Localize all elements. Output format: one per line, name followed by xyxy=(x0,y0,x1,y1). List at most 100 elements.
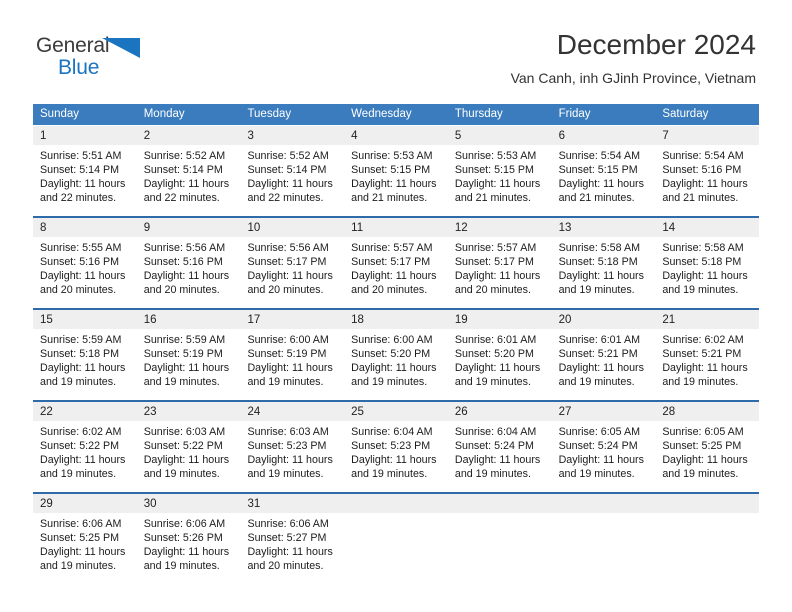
daylight-text-line2: and 21 minutes. xyxy=(454,192,531,204)
calendar-day-cell[interactable]: 12 Sunrise: 5:57 AM Sunset: 5:17 PM Dayligh… xyxy=(447,218,552,302)
calendar-day-cell[interactable]: 17 Sunrise: 6:00 AM Sunset: 5:19 PM Dayligh… xyxy=(240,310,345,394)
day-number-band: 6 xyxy=(551,126,656,145)
day-number-band: 1 xyxy=(33,126,137,145)
day-details: Sunrise: 5:55 AM Sunset: 5:16 PM Daylight:… xyxy=(33,237,137,297)
weekday-header-monday: Monday xyxy=(143,108,185,120)
sunrise-text: Sunrise: 5:55 AM xyxy=(40,242,122,254)
daylight-text-line1: Daylight: 11 hours xyxy=(454,454,541,466)
daylight-text-line2: and 19 minutes. xyxy=(40,468,117,480)
calendar-day-cell[interactable]: 25 Sunrise: 6:04 AM Sunset: 5:23 PM Dayligh… xyxy=(344,402,448,486)
weekday-header-wednesday: Wednesday xyxy=(351,108,412,120)
day-details: Sunrise: 5:59 AM Sunset: 5:19 PM Daylight:… xyxy=(137,329,241,389)
day-details: Sunrise: 6:00 AM Sunset: 5:19 PM Daylight:… xyxy=(240,329,344,389)
daylight-text-line1: Daylight: 11 hours xyxy=(143,270,230,282)
day-number-band: 10 xyxy=(240,218,345,237)
day-number-band: 27 xyxy=(551,402,656,421)
day-number-band: 3 xyxy=(240,126,345,145)
sunset-text: Sunset: 5:24 PM xyxy=(454,440,534,452)
day-number-band: 5 xyxy=(447,126,552,145)
day-number-band: 19 xyxy=(447,310,552,329)
calendar-day-cell[interactable]: 30 Sunrise: 6:06 AM Sunset: 5:26 PM Dayligh… xyxy=(136,494,241,578)
calendar-day-cell[interactable]: 6 Sunrise: 5:54 AM Sunset: 5:15 PM Daylight… xyxy=(551,126,656,210)
sunrise-text: Sunrise: 5:54 AM xyxy=(662,150,744,162)
calendar-day-cell[interactable]: 14 Sunrise: 5:58 AM Sunset: 5:18 PM Dayligh… xyxy=(655,218,760,302)
sunset-text: Sunset: 5:20 PM xyxy=(454,348,534,360)
calendar-day-cell[interactable]: 21 Sunrise: 6:02 AM Sunset: 5:21 PM Dayligh… xyxy=(655,310,760,394)
sunrise-text: Sunrise: 6:04 AM xyxy=(454,426,537,438)
day-number: 3 xyxy=(247,130,254,142)
calendar-day-cell[interactable]: 15 Sunrise: 5:59 AM Sunset: 5:18 PM Dayligh… xyxy=(33,310,137,394)
day-details: Sunrise: 6:06 AM Sunset: 5:27 PM Daylight:… xyxy=(240,513,344,573)
calendar-week-row: 1 Sunrise: 5:51 AM Sunset: 5:14 PM Daylight… xyxy=(33,126,760,210)
day-number-band: 15 xyxy=(33,310,137,329)
daylight-text-line2: and 19 minutes. xyxy=(351,376,428,388)
daylight-text-line2: and 19 minutes. xyxy=(558,468,635,480)
day-number: 9 xyxy=(143,222,151,234)
calendar-day-cell[interactable]: 24 Sunrise: 6:03 AM Sunset: 5:23 PM Dayligh… xyxy=(240,402,345,486)
sunrise-text: Sunrise: 5:57 AM xyxy=(454,242,537,254)
sunset-text: Sunset: 5:26 PM xyxy=(143,532,223,544)
weekday-header-row: Sunday Monday Tuesday Wednesday Thursday… xyxy=(33,104,759,125)
daylight-text-line2: and 19 minutes. xyxy=(558,376,635,388)
daylight-text-line1: Daylight: 11 hours xyxy=(662,454,748,466)
calendar-day-cell[interactable]: 2 Sunrise: 5:52 AM Sunset: 5:14 PM Daylight… xyxy=(136,126,241,210)
sunrise-text: Sunrise: 6:05 AM xyxy=(662,426,744,438)
calendar-day-cell[interactable]: 5 Sunrise: 5:53 AM Sunset: 5:15 PM Daylight… xyxy=(447,126,552,210)
daylight-text-line2: and 21 minutes. xyxy=(662,192,739,204)
calendar-day-cell[interactable]: 1 Sunrise: 5:51 AM Sunset: 5:14 PM Daylight… xyxy=(33,126,137,210)
day-details: Sunrise: 5:59 AM Sunset: 5:18 PM Daylight:… xyxy=(33,329,137,389)
calendar-day-cell[interactable]: 13 Sunrise: 5:58 AM Sunset: 5:18 PM Dayligh… xyxy=(551,218,656,302)
calendar-day-cell[interactable]: 29 Sunrise: 6:06 AM Sunset: 5:25 PM Dayligh… xyxy=(33,494,137,578)
calendar-day-cell[interactable]: 16 Sunrise: 5:59 AM Sunset: 5:19 PM Dayligh… xyxy=(136,310,241,394)
sunrise-text: Sunrise: 5:56 AM xyxy=(143,242,226,254)
day-number-band: 12 xyxy=(447,218,552,237)
day-number-band: 29 xyxy=(33,494,137,513)
weekday-header-thursday: Thursday xyxy=(454,108,503,120)
calendar-day-cell-empty xyxy=(551,494,656,578)
calendar-day-cell[interactable]: 7 Sunrise: 5:54 AM Sunset: 5:16 PM Daylight… xyxy=(655,126,760,210)
daylight-text-line1: Daylight: 11 hours xyxy=(40,546,126,558)
calendar-day-cell[interactable]: 23 Sunrise: 6:03 AM Sunset: 5:22 PM Dayligh… xyxy=(136,402,241,486)
sunrise-text: Sunrise: 6:04 AM xyxy=(351,426,433,438)
daylight-text-line1: Daylight: 11 hours xyxy=(143,178,230,190)
page-title: December 2024 xyxy=(556,29,756,60)
calendar-day-cell[interactable]: 8 Sunrise: 5:55 AM Sunset: 5:16 PM Daylight… xyxy=(33,218,137,302)
sunset-text: Sunset: 5:25 PM xyxy=(662,440,742,452)
sunset-text: Sunset: 5:14 PM xyxy=(40,164,120,176)
calendar-day-cell[interactable]: 11 Sunrise: 5:57 AM Sunset: 5:17 PM Dayligh… xyxy=(344,218,448,302)
calendar-day-cell[interactable]: 20 Sunrise: 6:01 AM Sunset: 5:21 PM Dayligh… xyxy=(551,310,656,394)
daylight-text-line2: and 19 minutes. xyxy=(40,560,117,572)
daylight-text-line2: and 21 minutes. xyxy=(558,192,635,204)
calendar-day-cell[interactable]: 27 Sunrise: 6:05 AM Sunset: 5:24 PM Dayligh… xyxy=(551,402,656,486)
calendar-day-cell[interactable]: 31 Sunrise: 6:06 AM Sunset: 5:27 PM Dayligh… xyxy=(240,494,345,578)
sunset-text: Sunset: 5:20 PM xyxy=(351,348,431,360)
daylight-text-line2: and 19 minutes. xyxy=(662,468,739,480)
day-details: Sunrise: 6:04 AM Sunset: 5:23 PM Daylight:… xyxy=(344,421,448,481)
calendar-day-cell[interactable]: 9 Sunrise: 5:56 AM Sunset: 5:16 PM Daylight… xyxy=(136,218,241,302)
daylight-text-line1: Daylight: 11 hours xyxy=(143,454,230,466)
calendar-day-cell[interactable]: 26 Sunrise: 6:04 AM Sunset: 5:24 PM Dayligh… xyxy=(447,402,552,486)
calendar-day-cell[interactable]: 3 Sunrise: 5:52 AM Sunset: 5:14 PM Daylight… xyxy=(240,126,345,210)
sunset-text: Sunset: 5:18 PM xyxy=(558,256,638,268)
daylight-text-line2: and 19 minutes. xyxy=(662,376,739,388)
sunset-text: Sunset: 5:14 PM xyxy=(247,164,327,176)
sunrise-text: Sunrise: 6:03 AM xyxy=(247,426,329,438)
calendar-day-cell[interactable]: 22 Sunrise: 6:02 AM Sunset: 5:22 PM Dayligh… xyxy=(33,402,137,486)
daylight-text-line1: Daylight: 11 hours xyxy=(40,270,126,282)
brand-logo[interactable]: General Blue xyxy=(36,34,156,86)
day-details: Sunrise: 6:00 AM Sunset: 5:20 PM Daylight:… xyxy=(344,329,448,389)
triangle-icon xyxy=(102,38,140,58)
daylight-text-line2: and 19 minutes. xyxy=(351,468,428,480)
calendar-day-cell[interactable]: 4 Sunrise: 5:53 AM Sunset: 5:15 PM Daylight… xyxy=(344,126,448,210)
sunset-text: Sunset: 5:23 PM xyxy=(247,440,327,452)
day-number: 8 xyxy=(40,222,47,234)
sunrise-text: Sunrise: 5:52 AM xyxy=(143,150,226,162)
calendar-day-cell[interactable]: 10 Sunrise: 5:56 AM Sunset: 5:17 PM Dayligh… xyxy=(240,218,345,302)
daylight-text-line1: Daylight: 11 hours xyxy=(558,362,644,374)
daylight-text-line1: Daylight: 11 hours xyxy=(558,270,644,282)
day-number-band: 18 xyxy=(344,310,448,329)
calendar-day-cell[interactable]: 19 Sunrise: 6:01 AM Sunset: 5:20 PM Dayligh… xyxy=(447,310,552,394)
calendar-day-cell[interactable]: 28 Sunrise: 6:05 AM Sunset: 5:25 PM Dayligh… xyxy=(655,402,760,486)
daylight-text-line2: and 19 minutes. xyxy=(143,468,220,480)
calendar-day-cell[interactable]: 18 Sunrise: 6:00 AM Sunset: 5:20 PM Dayligh… xyxy=(344,310,448,394)
